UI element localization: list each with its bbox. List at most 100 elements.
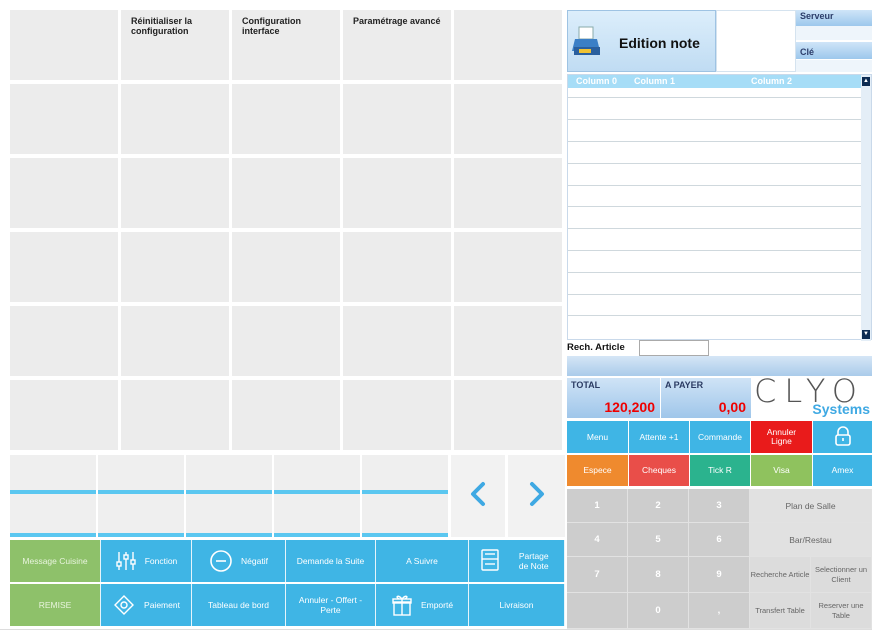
demande-suite-button[interactable]: Demande la Suite [286,540,376,582]
cheques-button[interactable]: Cheques [629,455,689,486]
recherche-article-button[interactable]: Recherche Article [750,557,811,593]
key-label: 6 [716,533,722,545]
attente-button[interactable]: Attente +1 [629,421,689,453]
grid-cell[interactable] [454,158,562,228]
grid-cell[interactable] [343,306,451,376]
key-5[interactable]: 5 [628,523,689,557]
next-page-button[interactable] [508,455,565,537]
a-suivre-button[interactable]: A Suivre [376,540,469,582]
menu-grid: Réinitialiser la configuration Configura… [0,0,565,452]
tableau-bord-button[interactable]: Tableau de bord [192,584,286,626]
key-2[interactable]: 2 [628,489,689,523]
category-slot[interactable] [186,455,272,537]
negatif-button[interactable]: Négatif [192,540,286,582]
category-carousel [10,455,565,537]
grid-cell[interactable] [343,158,451,228]
grid-cell[interactable] [343,380,451,450]
key-6[interactable]: 6 [689,523,750,557]
grid-cell[interactable] [343,84,451,154]
key-9[interactable]: 9 [689,557,750,593]
livraison-button[interactable]: Livraison [469,584,565,626]
amex-button[interactable]: Amex [813,455,872,486]
fonction-button[interactable]: Fonction [101,540,192,582]
order-row[interactable] [568,228,862,229]
grid-cell-advanced-settings[interactable]: Paramétrage avancé [343,10,451,80]
grid-cell[interactable] [10,158,118,228]
remise-button[interactable]: REMISE [10,584,101,626]
tick-r-button[interactable]: Tick R [690,455,750,486]
order-row[interactable] [568,97,862,98]
transfert-table-button[interactable]: Transfert Table [750,593,811,629]
order-row[interactable] [568,185,862,186]
grid-cell[interactable] [454,306,562,376]
espece-button[interactable]: Espece [567,455,628,486]
grid-cell[interactable] [10,84,118,154]
message-cuisine-button[interactable]: Message Cuisine [10,540,101,582]
grid-cell[interactable] [10,10,118,80]
cle-label[interactable]: Clé [796,42,872,59]
grid-cell[interactable] [454,10,562,80]
grid-cell[interactable] [121,232,229,302]
visa-button[interactable]: Visa [751,455,812,486]
key-8[interactable]: 8 [628,557,689,593]
order-row[interactable] [568,294,862,295]
grid-cell[interactable] [121,158,229,228]
scroll-down-icon[interactable]: ▼ [862,330,870,339]
grid-cell-interface-config[interactable]: Configuration interface [232,10,340,80]
order-row[interactable] [568,272,862,273]
key-0[interactable]: 0 [628,593,689,629]
key-7[interactable]: 7 [567,557,628,593]
menu-button[interactable]: Menu [567,421,628,453]
order-row[interactable] [568,119,862,120]
key-1[interactable]: 1 [567,489,628,523]
emporte-button[interactable]: Emporté [376,584,469,626]
grid-cell[interactable] [10,306,118,376]
key-3[interactable]: 3 [689,489,750,523]
order-row[interactable] [568,141,862,142]
order-list[interactable]: Column 0 Column 1 Column 2 ▲ ▼ [567,74,872,341]
grid-cell[interactable] [232,232,340,302]
edition-note-button[interactable]: Edition note [567,10,716,72]
selectionner-client-button[interactable]: Selectionner un Client [811,557,872,593]
category-slot[interactable] [98,455,184,537]
key-empty[interactable] [567,593,628,629]
order-list-scrollbar[interactable]: ▲ ▼ [861,75,871,341]
category-slot[interactable] [362,455,448,537]
grid-cell[interactable] [232,158,340,228]
order-row[interactable] [568,206,862,207]
serveur-label[interactable]: Serveur [796,10,872,26]
order-row[interactable] [568,315,862,316]
grid-cell[interactable] [121,306,229,376]
order-row[interactable] [568,250,862,251]
partage-note-button[interactable]: Partage de Note [469,540,565,582]
search-article-input[interactable] [639,340,709,356]
annuler-offert-perte-button[interactable]: Annuler - Offert - Perte [286,584,376,626]
prev-page-button[interactable] [451,455,505,537]
scroll-up-icon[interactable]: ▲ [862,77,870,86]
button-label: Demande la Suite [296,556,365,566]
reserver-table-button[interactable]: Reserver une Table [811,593,872,629]
paiement-button[interactable]: Paiement [101,584,192,626]
grid-cell[interactable] [232,380,340,450]
grid-cell[interactable] [454,232,562,302]
key-4[interactable]: 4 [567,523,628,557]
grid-cell[interactable] [121,84,229,154]
category-slot[interactable] [274,455,360,537]
commande-button[interactable]: Commande [690,421,750,453]
grid-cell[interactable] [121,380,229,450]
grid-cell[interactable] [343,232,451,302]
grid-cell-reset-config[interactable]: Réinitialiser la configuration [121,10,229,80]
plan-salle-button[interactable]: Plan de Salle [750,489,872,523]
grid-cell[interactable] [232,306,340,376]
bar-restau-button[interactable]: Bar/Restau [750,523,872,557]
grid-cell[interactable] [454,84,562,154]
annuler-ligne-button[interactable]: Annuler Ligne [751,421,812,453]
grid-cell[interactable] [10,380,118,450]
lock-button[interactable] [813,421,872,453]
grid-cell[interactable] [454,380,562,450]
order-row[interactable] [568,163,862,164]
grid-cell[interactable] [10,232,118,302]
grid-cell[interactable] [232,84,340,154]
key-comma[interactable]: , [689,593,750,629]
category-slot[interactable] [10,455,96,537]
